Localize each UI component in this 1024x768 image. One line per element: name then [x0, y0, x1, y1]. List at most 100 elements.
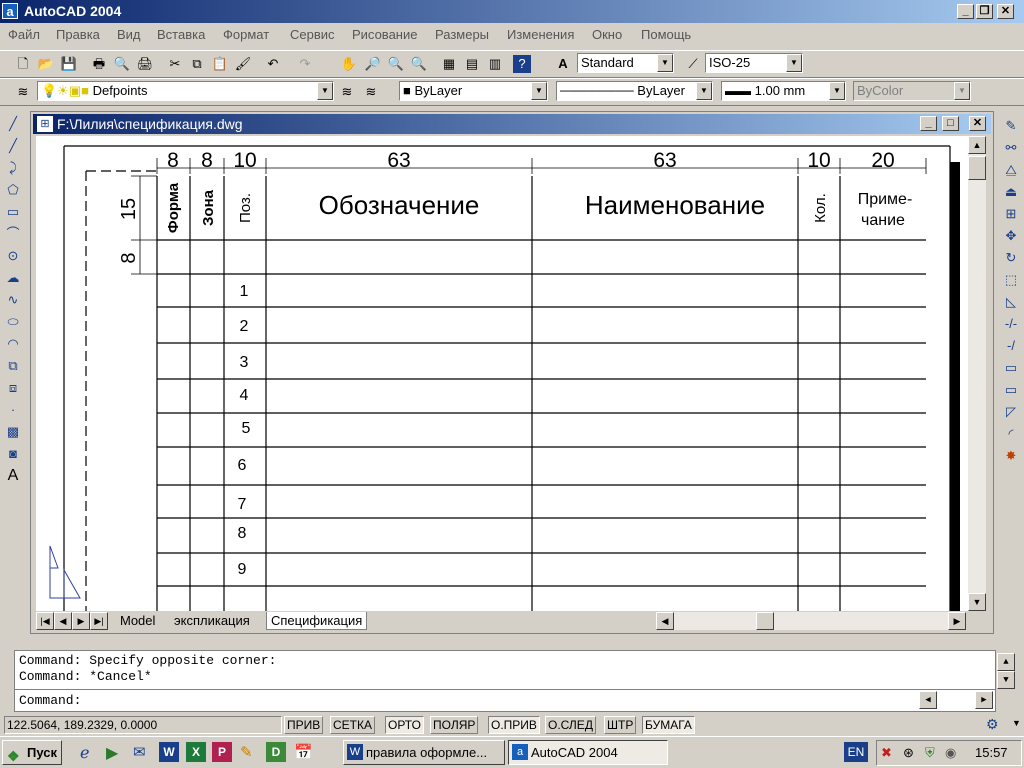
- word-icon[interactable]: W: [159, 742, 179, 762]
- osnap-toggle[interactable]: О.ПРИВ: [488, 716, 540, 734]
- cmd-scroll-left-icon[interactable]: ◀: [919, 691, 937, 709]
- help-icon[interactable]: ?: [513, 55, 531, 73]
- make-block-icon[interactable]: ⧈: [3, 378, 23, 398]
- hatch-icon[interactable]: ▩: [3, 422, 23, 442]
- arc-icon[interactable]: ⌒: [3, 224, 23, 244]
- cmd-scroll-down-icon[interactable]: ▼: [997, 671, 1015, 689]
- print-preview-icon[interactable]: 🔍: [111, 53, 133, 75]
- construction-line-icon[interactable]: ╱: [3, 136, 23, 156]
- tray-hp-icon[interactable]: ⊛: [903, 745, 914, 761]
- cmd-scroll-up-icon[interactable]: ▲: [997, 653, 1015, 671]
- drawing-doc-icon[interactable]: ⊞: [37, 116, 53, 132]
- menu-help[interactable]: Помощь: [641, 27, 691, 42]
- publisher-icon[interactable]: D: [266, 742, 286, 762]
- zoom-realtime-icon[interactable]: 🔎: [362, 53, 384, 75]
- calendar-icon[interactable]: 📅: [294, 743, 313, 761]
- drawing-minimize-button[interactable]: _: [920, 116, 937, 131]
- tool-palettes-icon[interactable]: ▥: [484, 53, 506, 75]
- copy-object-icon[interactable]: ⚯: [1001, 138, 1021, 158]
- rotate-icon[interactable]: ↻: [1001, 248, 1021, 268]
- status-menu-icon[interactable]: ▼: [1012, 718, 1021, 728]
- menu-window[interactable]: Окно: [592, 27, 622, 42]
- otrack-toggle[interactable]: О.СЛЕД: [545, 716, 596, 734]
- spline-icon[interactable]: ∿: [3, 290, 23, 310]
- menu-draw[interactable]: Рисование: [352, 27, 417, 42]
- polygon-icon[interactable]: ⬠: [3, 180, 23, 200]
- cut-icon[interactable]: ✂: [164, 53, 186, 75]
- chevron-down-icon[interactable]: ▼: [317, 82, 333, 100]
- start-button[interactable]: ❖ Пуск: [2, 740, 62, 765]
- dim-style-icon[interactable]: ⟋: [682, 53, 704, 75]
- chevron-down-icon[interactable]: ▼: [696, 82, 712, 100]
- drawing-canvas[interactable]: 8 8 10 63 63 10 20 15 8 Форма Зона Поз. …: [36, 136, 968, 611]
- excel-icon[interactable]: X: [186, 742, 206, 762]
- undo-icon[interactable]: ↶: [262, 53, 284, 75]
- print-icon[interactable]: 🖶: [88, 53, 110, 75]
- line-icon[interactable]: ╱: [3, 114, 23, 134]
- scroll-down-icon[interactable]: ▼: [968, 593, 986, 611]
- tray-network-icon[interactable]: ✖: [881, 745, 892, 761]
- multiline-text-icon[interactable]: A: [3, 466, 23, 486]
- chevron-down-icon[interactable]: ▼: [786, 54, 802, 72]
- menu-modify[interactable]: Изменения: [507, 27, 574, 42]
- command-prompt[interactable]: Command:: [19, 693, 81, 708]
- revision-cloud-icon[interactable]: ☁: [3, 268, 23, 288]
- autocad-app-icon[interactable]: a: [2, 3, 18, 19]
- chamfer-icon[interactable]: ◸: [1001, 402, 1021, 422]
- chevron-down-icon[interactable]: ▼: [954, 82, 970, 100]
- lwt-toggle[interactable]: ШТР: [604, 716, 637, 734]
- snap-toggle[interactable]: ПРИВ: [284, 716, 324, 734]
- chevron-down-icon[interactable]: ▼: [531, 82, 547, 100]
- tray-volume-icon[interactable]: ◉: [945, 745, 956, 761]
- scale-icon[interactable]: ⬚: [1001, 270, 1021, 290]
- tab-ekspl[interactable]: экспликация: [170, 612, 254, 630]
- drawing-maximize-button[interactable]: □: [942, 116, 959, 131]
- properties-icon[interactable]: ▦: [438, 53, 460, 75]
- taskbar-item-word[interactable]: Wправила оформле...: [343, 740, 505, 765]
- array-icon[interactable]: ⊞: [1001, 204, 1021, 224]
- vertical-scrollbar[interactable]: ▲ ▼: [968, 136, 986, 611]
- extend-icon[interactable]: -/: [1001, 336, 1021, 356]
- scroll-up-icon[interactable]: ▲: [968, 136, 986, 154]
- polar-toggle[interactable]: ПОЛЯР: [430, 716, 479, 734]
- break-at-point-icon[interactable]: ▭: [1001, 358, 1021, 378]
- clock[interactable]: 15:57: [975, 745, 1008, 760]
- linetype-select[interactable]: ──────── ByLayer ▼: [556, 81, 713, 101]
- mirror-icon[interactable]: ⧋: [1001, 160, 1021, 180]
- erase-icon[interactable]: ✎: [1001, 116, 1021, 136]
- menu-dimension[interactable]: Размеры: [435, 27, 489, 42]
- make-layer-current-icon[interactable]: ≋: [336, 81, 358, 103]
- ellipse-icon[interactable]: ⬭: [3, 312, 23, 332]
- menu-tools[interactable]: Сервис: [290, 27, 335, 42]
- tab-last-icon[interactable]: ▶|: [90, 612, 108, 630]
- minimize-button[interactable]: _: [957, 4, 974, 19]
- menu-edit[interactable]: Правка: [56, 27, 100, 42]
- paste-icon[interactable]: 📋: [209, 53, 231, 75]
- chevron-down-icon[interactable]: ▼: [829, 82, 845, 100]
- polyline-icon[interactable]: ⤸: [3, 158, 23, 178]
- tab-prev-icon[interactable]: ◀: [54, 612, 72, 630]
- menu-file[interactable]: Файл: [8, 27, 40, 42]
- design-center-icon[interactable]: ▤: [461, 53, 483, 75]
- plot-style-select[interactable]: ByColor ▼: [853, 81, 971, 101]
- region-icon[interactable]: ◙: [3, 444, 23, 464]
- chevron-down-icon[interactable]: ▼: [657, 54, 673, 72]
- paper-toggle[interactable]: БУМАГА: [642, 716, 695, 734]
- new-file-icon[interactable]: 🗋: [12, 53, 34, 75]
- zoom-window-icon[interactable]: 🔍: [385, 53, 407, 75]
- menu-insert[interactable]: Вставка: [157, 27, 205, 42]
- tab-model[interactable]: Model: [116, 612, 159, 630]
- grid-toggle[interactable]: СЕТКА: [330, 716, 375, 734]
- scroll-thumb[interactable]: [968, 156, 986, 180]
- comm-center-icon[interactable]: ⚙: [986, 716, 999, 733]
- horizontal-scrollbar[interactable]: ◀ ▶: [656, 612, 966, 630]
- stretch-icon[interactable]: ◺: [1001, 292, 1021, 312]
- cmd-scroll-right-icon[interactable]: ▶: [975, 691, 993, 709]
- move-icon[interactable]: ✥: [1001, 226, 1021, 246]
- publish-icon[interactable]: 🖨: [134, 53, 156, 75]
- menu-view[interactable]: Вид: [117, 27, 141, 42]
- circle-icon[interactable]: ⊙: [3, 246, 23, 266]
- media-player-icon[interactable]: ▶: [106, 743, 118, 763]
- copy-icon[interactable]: ⧉: [186, 53, 208, 75]
- dim-style-select[interactable]: ISO-25 ▼: [705, 53, 803, 73]
